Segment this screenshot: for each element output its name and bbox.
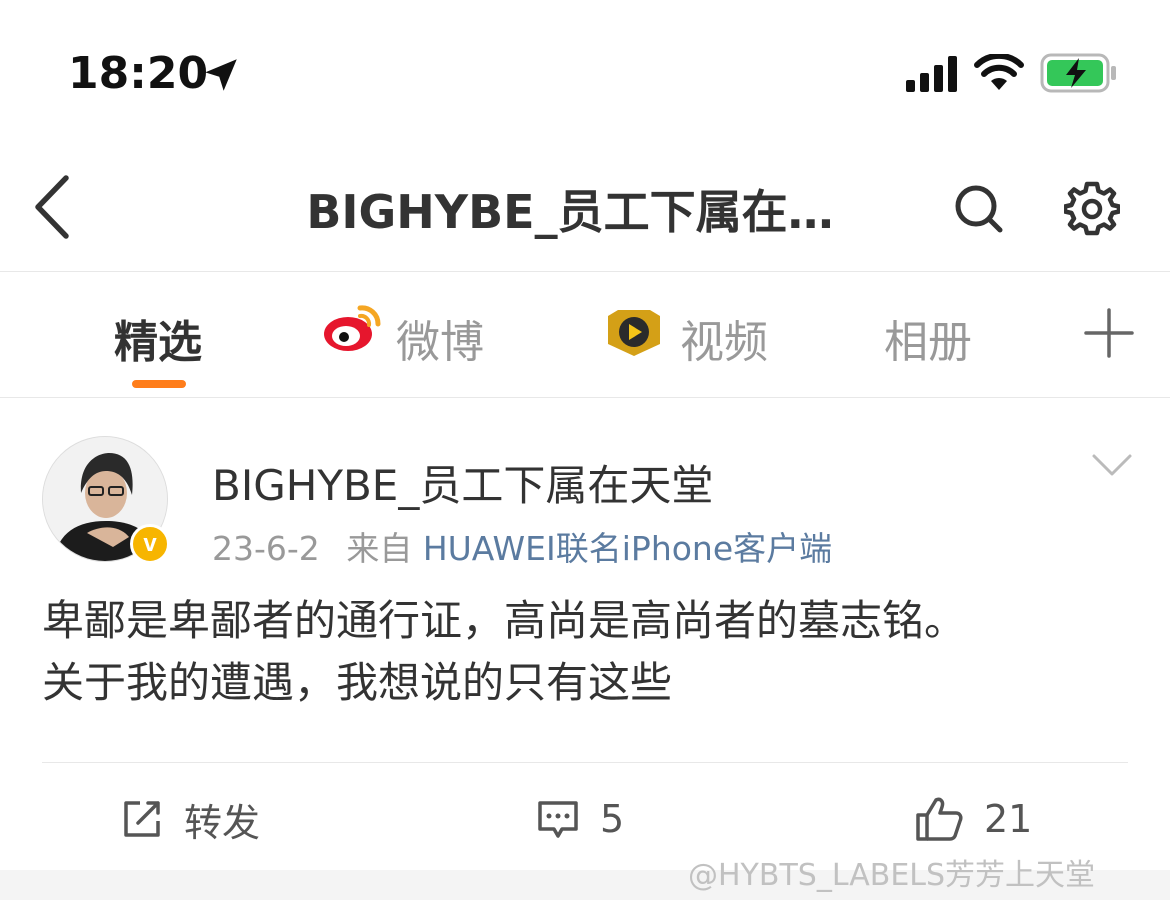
nav-bar: BIGHYBE_员工下属在…: [0, 140, 1170, 272]
repost-label: 转发: [184, 800, 261, 845]
tab-bar: 精选 微博 视频 相册: [0, 272, 1170, 398]
gear-icon[interactable]: [1064, 180, 1120, 236]
weibo-logo-icon: [324, 305, 381, 351]
cellular-signal-icon: [906, 56, 957, 92]
like-button[interactable]: 21: [914, 794, 1032, 844]
tab-weibo[interactable]: 微博: [396, 306, 484, 370]
comment-count: 5: [600, 797, 625, 841]
status-bar: 18:20: [0, 0, 1170, 140]
post-content: 卑鄙是卑鄙者的通行证，高尚是高尚者的墓志铭。 关于我的遭遇，我想说的只有这些: [42, 590, 1132, 714]
repost-button[interactable]: 转发: [120, 794, 261, 845]
post-username[interactable]: BIGHYBE_员工下属在天堂: [212, 452, 713, 513]
watermark: @HYBTS_LABELS芳芳上天堂: [688, 858, 1096, 893]
video-play-icon: [608, 310, 660, 356]
post-content-line: 卑鄙是卑鄙者的通行证，高尚是高尚者的墓志铭。: [42, 596, 967, 645]
post-from-label: 来自: [346, 529, 413, 568]
location-arrow-icon: [205, 59, 237, 91]
comment-icon: [538, 801, 578, 838]
status-time: 18:20: [68, 48, 209, 99]
wifi-icon: [974, 54, 1024, 90]
active-tab-indicator: [132, 380, 186, 388]
repost-icon: [124, 801, 160, 837]
post-date: 23-6-2: [212, 529, 320, 568]
plus-icon[interactable]: [1084, 308, 1134, 358]
comment-button[interactable]: 5: [536, 794, 624, 844]
thumbs-up-icon: [916, 797, 963, 841]
search-icon[interactable]: [950, 180, 1006, 236]
like-count: 21: [984, 797, 1033, 841]
post-card[interactable]: v BIGHYBE_员工下属在天堂 23-6-2 来自 HUAWEI联名iPho…: [0, 398, 1170, 870]
tab-video[interactable]: 视频: [680, 306, 768, 370]
tab-featured[interactable]: 精选: [114, 306, 202, 370]
tab-album[interactable]: 相册: [884, 306, 972, 370]
verified-badge: v: [130, 524, 170, 564]
chevron-down-icon[interactable]: [1090, 450, 1134, 480]
post-content-line: 关于我的遭遇，我想说的只有这些: [42, 658, 673, 707]
back-icon[interactable]: [28, 172, 78, 242]
battery-charging-icon: [1040, 53, 1116, 93]
post-source[interactable]: HUAWEI联名iPhone客户端: [423, 529, 832, 568]
post-meta: 23-6-2 来自 HUAWEI联名iPhone客户端: [212, 522, 832, 570]
page-title: BIGHYBE_员工下属在…: [306, 185, 834, 239]
divider: [42, 762, 1128, 763]
